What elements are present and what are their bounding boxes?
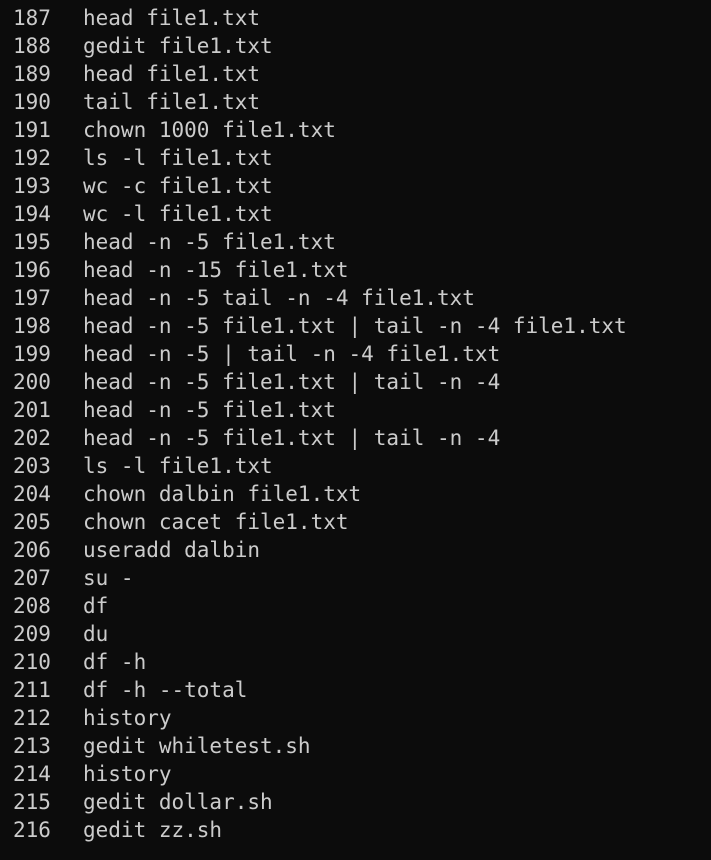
history-command: head file1.txt — [83, 62, 261, 86]
history-line: 209 du — [0, 620, 711, 648]
history-line: 193 wc -c file1.txt — [0, 172, 711, 200]
history-number: 214 — [13, 762, 51, 786]
history-line: 216 gedit zz.sh — [0, 816, 711, 844]
history-command: gedit file1.txt — [83, 34, 273, 58]
history-line: 213 gedit whiletest.sh — [0, 732, 711, 760]
history-number: 208 — [13, 594, 51, 618]
history-number: 194 — [13, 202, 51, 226]
history-command: chown 1000 file1.txt — [83, 118, 336, 142]
history-command: gedit whiletest.sh — [83, 734, 311, 758]
history-number: 216 — [13, 818, 51, 842]
history-line: 205 chown cacet file1.txt — [0, 508, 711, 536]
history-command: head -n -5 file1.txt — [83, 398, 336, 422]
history-command: df — [83, 594, 109, 618]
history-command: head file1.txt — [83, 6, 261, 30]
history-number: 201 — [13, 398, 51, 422]
history-number: 212 — [13, 706, 51, 730]
history-number: 191 — [13, 118, 51, 142]
history-number: 207 — [13, 566, 51, 590]
history-line: 187 head file1.txt — [0, 4, 711, 32]
history-command: chown dalbin file1.txt — [83, 482, 362, 506]
history-line: 200 head -n -5 file1.txt | tail -n -4 — [0, 368, 711, 396]
history-number: 204 — [13, 482, 51, 506]
history-command: df -h — [83, 650, 147, 674]
history-command: ls -l file1.txt — [83, 454, 273, 478]
history-line: 191 chown 1000 file1.txt — [0, 116, 711, 144]
history-number: 188 — [13, 34, 51, 58]
history-command: head -n -5 tail -n -4 file1.txt — [83, 286, 475, 310]
history-number: 187 — [13, 6, 51, 30]
history-command: chown cacet file1.txt — [83, 510, 349, 534]
history-number: 198 — [13, 314, 51, 338]
history-line: 197 head -n -5 tail -n -4 file1.txt — [0, 284, 711, 312]
history-command: gedit dollar.sh — [83, 790, 273, 814]
history-number: 211 — [13, 678, 51, 702]
history-command: head -n -15 file1.txt — [83, 258, 349, 282]
history-number: 190 — [13, 90, 51, 114]
history-number: 206 — [13, 538, 51, 562]
history-line: 211 df -h --total — [0, 676, 711, 704]
history-number: 209 — [13, 622, 51, 646]
history-line: 201 head -n -5 file1.txt — [0, 396, 711, 424]
history-line: 198 head -n -5 file1.txt | tail -n -4 fil… — [0, 312, 711, 340]
history-command: head -n -5 file1.txt | tail -n -4 — [83, 426, 501, 450]
history-command: wc -l file1.txt — [83, 202, 273, 226]
history-line: 190 tail file1.txt — [0, 88, 711, 116]
history-number: 210 — [13, 650, 51, 674]
history-number: 200 — [13, 370, 51, 394]
history-line: 195 head -n -5 file1.txt — [0, 228, 711, 256]
history-number: 196 — [13, 258, 51, 282]
history-line: 194 wc -l file1.txt — [0, 200, 711, 228]
history-number: 203 — [13, 454, 51, 478]
history-command: gedit zz.sh — [83, 818, 223, 842]
history-line: 208 df — [0, 592, 711, 620]
history-line: 192 ls -l file1.txt — [0, 144, 711, 172]
history-number: 189 — [13, 62, 51, 86]
history-line: 203 ls -l file1.txt — [0, 452, 711, 480]
history-number: 215 — [13, 790, 51, 814]
history-line: 196 head -n -15 file1.txt — [0, 256, 711, 284]
history-line: 206 useradd dalbin — [0, 536, 711, 564]
history-line: 214 history — [0, 760, 711, 788]
history-number: 202 — [13, 426, 51, 450]
history-command: su - — [83, 566, 134, 590]
history-line: 215 gedit dollar.sh — [0, 788, 711, 816]
history-line: 212 history — [0, 704, 711, 732]
history-command: ls -l file1.txt — [83, 146, 273, 170]
history-number: 199 — [13, 342, 51, 366]
terminal-output[interactable]: 187 head file1.txt 188 gedit file1.txt 189… — [0, 0, 711, 860]
history-command: history — [83, 706, 172, 730]
history-command: wc -c file1.txt — [83, 174, 273, 198]
history-line: 210 df -h — [0, 648, 711, 676]
history-number: 213 — [13, 734, 51, 758]
history-command: head -n -5 | tail -n -4 file1.txt — [83, 342, 501, 366]
history-line: 188 gedit file1.txt — [0, 32, 711, 60]
history-line: 189 head file1.txt — [0, 60, 711, 88]
history-number: 193 — [13, 174, 51, 198]
history-command: useradd dalbin — [83, 538, 261, 562]
history-number: 195 — [13, 230, 51, 254]
history-command: head -n -5 file1.txt | tail -n -4 file1.… — [83, 314, 627, 338]
history-line: 199 head -n -5 | tail -n -4 file1.txt — [0, 340, 711, 368]
history-command: tail file1.txt — [83, 90, 261, 114]
history-line: 207 su - — [0, 564, 711, 592]
history-line: 204 chown dalbin file1.txt — [0, 480, 711, 508]
history-command: history — [83, 762, 172, 786]
history-number: 205 — [13, 510, 51, 534]
history-command: head -n -5 file1.txt — [83, 230, 336, 254]
history-line: 202 head -n -5 file1.txt | tail -n -4 — [0, 424, 711, 452]
history-number: 197 — [13, 286, 51, 310]
history-number: 192 — [13, 146, 51, 170]
history-command: head -n -5 file1.txt | tail -n -4 — [83, 370, 501, 394]
history-command: df -h --total — [83, 678, 248, 702]
history-command: du — [83, 622, 109, 646]
